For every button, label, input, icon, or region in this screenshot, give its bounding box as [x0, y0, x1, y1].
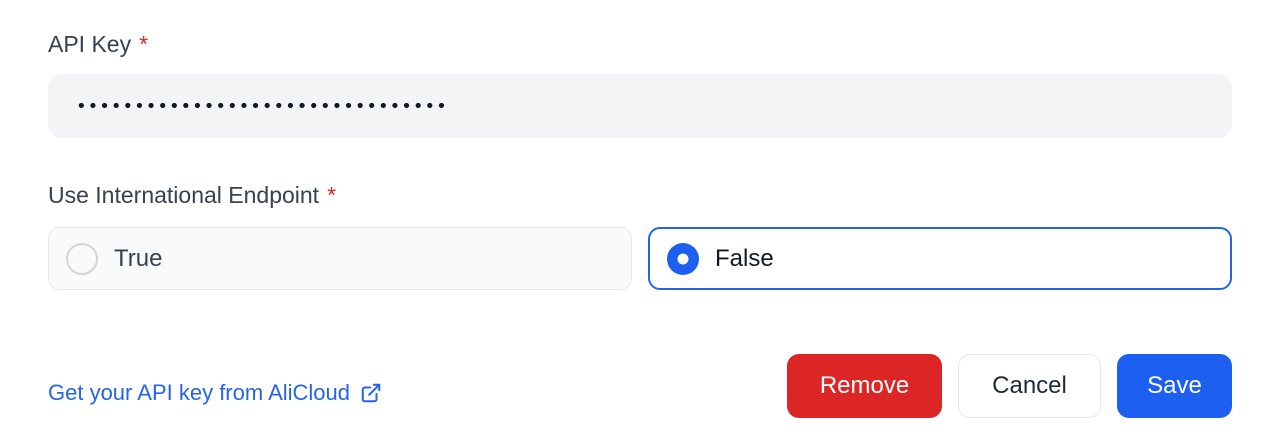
radio-option-label: True [114, 244, 163, 272]
endpoint-label: Use International Endpoint * [48, 181, 336, 209]
required-asterisk: * [139, 31, 149, 57]
get-api-key-link-text: Get your API key from AliCloud [48, 380, 351, 405]
api-key-label: API Key * [48, 30, 148, 58]
remove-button[interactable]: Remove [787, 354, 942, 418]
radio-option-true[interactable]: True [48, 227, 632, 290]
endpoint-label-text: Use International Endpoint [48, 182, 320, 208]
cancel-button[interactable]: Cancel [958, 354, 1101, 418]
radio-checked-icon[interactable] [667, 242, 699, 275]
radio-option-false[interactable]: False [648, 227, 1232, 290]
external-link-icon [361, 383, 381, 403]
api-key-form: API Key * Use International Endpoint * Tru… [0, 0, 1280, 444]
radio-option-label: False [715, 244, 774, 272]
radio-unchecked-icon[interactable] [66, 242, 98, 275]
get-api-key-link[interactable]: Get your API key from AliCloud [48, 380, 382, 406]
required-asterisk: * [327, 182, 337, 208]
api-key-input[interactable] [48, 74, 1232, 138]
api-key-label-text: API Key [48, 31, 132, 57]
save-button[interactable]: Save [1117, 354, 1232, 418]
